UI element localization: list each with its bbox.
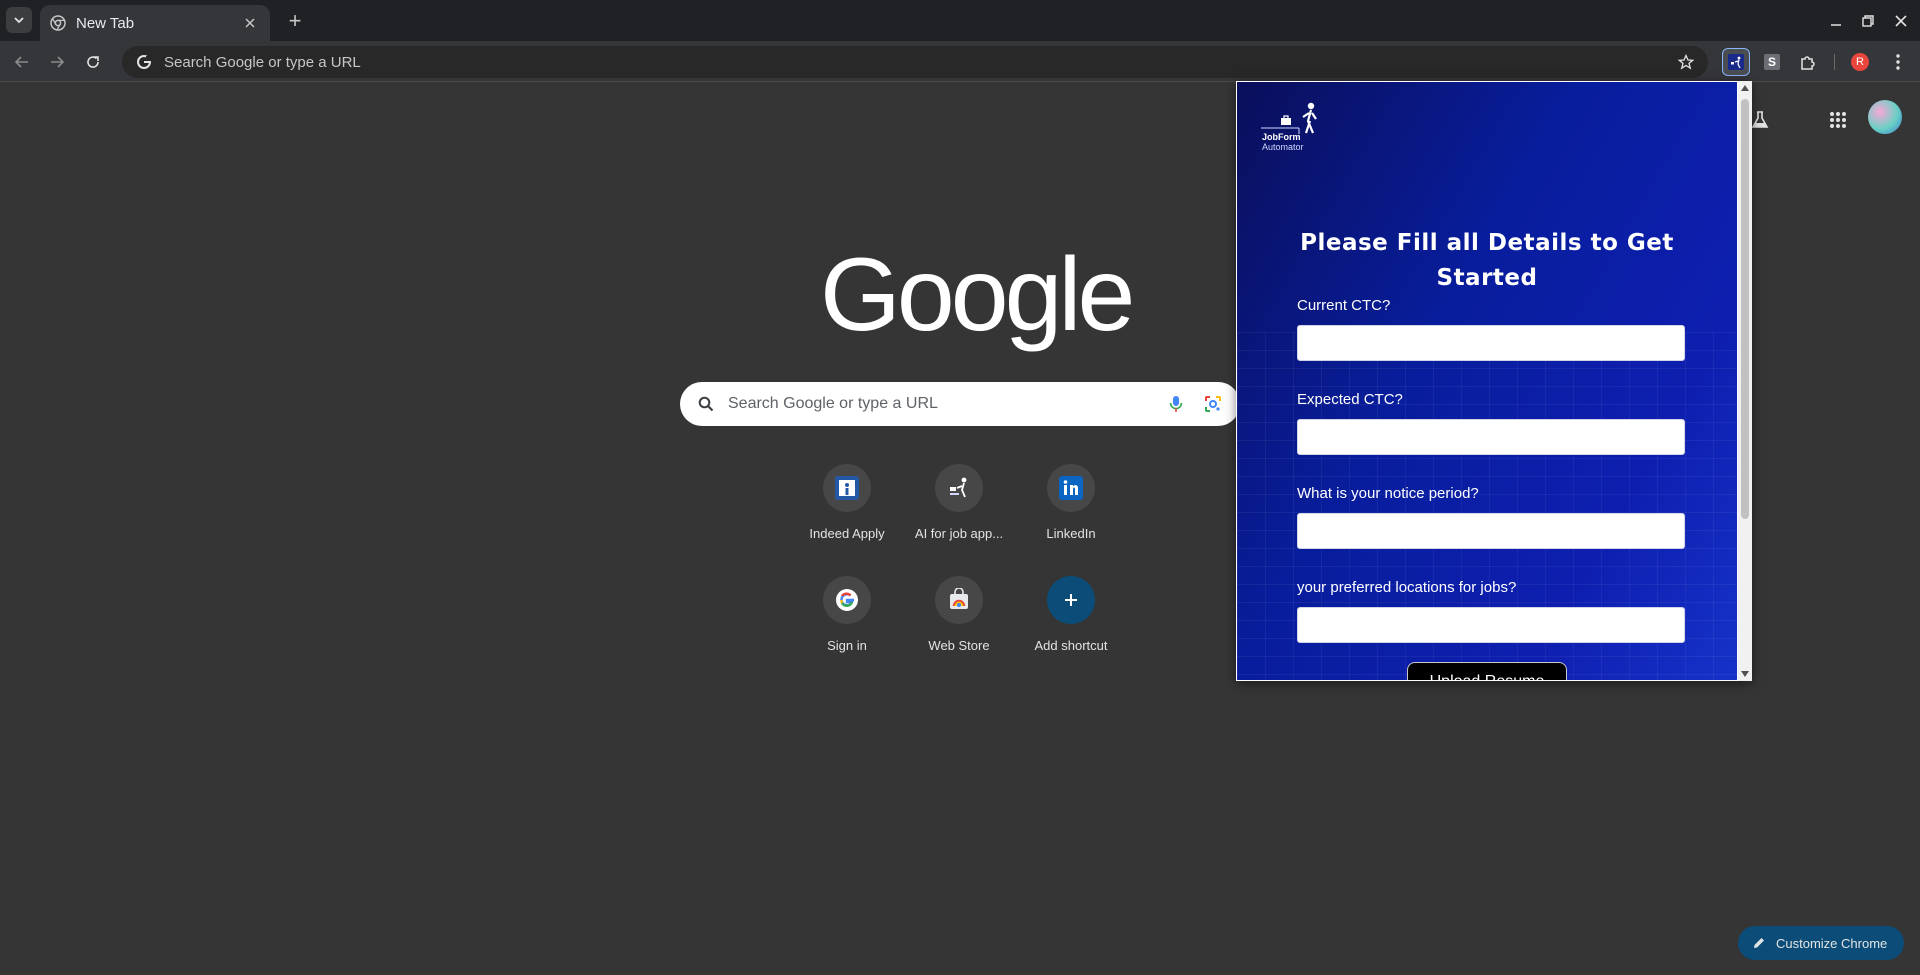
- current-ctc-label: Current CTC?: [1297, 297, 1391, 314]
- expected-ctc-input[interactable]: [1297, 419, 1685, 455]
- search-icon: [698, 396, 714, 412]
- shortcut-sign-in[interactable]: Sign in: [791, 568, 903, 668]
- minimize-button[interactable]: [1822, 8, 1850, 34]
- puzzle-icon: [1801, 56, 1815, 70]
- close-window-button[interactable]: [1887, 8, 1915, 34]
- popup-scrollbar[interactable]: [1738, 81, 1752, 681]
- back-arrow-icon: [14, 56, 28, 68]
- plus-icon: [1065, 594, 1077, 606]
- web-store-icon: [950, 588, 968, 609]
- shortcut-label: AI for job app...: [914, 526, 1004, 541]
- forward-arrow-icon: [51, 56, 65, 68]
- notice-period-input[interactable]: [1297, 513, 1685, 549]
- minimize-icon: [1831, 24, 1841, 26]
- linkedin-icon: [1059, 476, 1083, 500]
- close-icon: [1895, 15, 1907, 27]
- google-logo: Google: [820, 237, 1135, 353]
- chevron-down-icon: [14, 17, 24, 24]
- tab-new-tab[interactable]: New Tab: [40, 5, 270, 41]
- jobform-automator-icon: [950, 477, 967, 498]
- preferred-locations-input[interactable]: [1297, 607, 1685, 643]
- back-button[interactable]: [7, 47, 37, 77]
- shortcut-label: Add shortcut: [1034, 638, 1108, 653]
- shortcut-label: Indeed Apply: [809, 526, 885, 541]
- logo-line1: JobForm: [1262, 132, 1301, 142]
- notice-period-label: What is your notice period?: [1297, 485, 1479, 502]
- customize-chrome-label: Customize Chrome: [1776, 935, 1888, 951]
- close-tab-button[interactable]: [240, 13, 260, 33]
- preferred-locations-label: your preferred locations for jobs?: [1297, 579, 1517, 596]
- extensions-button[interactable]: [1794, 48, 1822, 76]
- chrome-icon: [50, 15, 66, 31]
- new-tab-button[interactable]: +: [282, 8, 308, 34]
- logo-line2: Automator: [1262, 142, 1304, 152]
- restore-icon: [1862, 15, 1874, 27]
- s-extension-icon: S: [1764, 54, 1780, 70]
- expected-ctc-label: Expected CTC?: [1297, 391, 1403, 408]
- jobform-extension-popup: JobForm Automator Please Fill all Detail…: [1236, 81, 1752, 681]
- reload-button[interactable]: [78, 47, 108, 77]
- shortcut-web-store[interactable]: Web Store: [903, 568, 1015, 668]
- more-vert-icon: [1896, 54, 1900, 70]
- popup-title: Please Fill all Details to Get Started: [1300, 230, 1674, 291]
- upload-resume-button[interactable]: Upload Resume: [1407, 662, 1567, 680]
- bookmark-star-icon[interactable]: [1678, 54, 1694, 70]
- google-lens-icon[interactable]: [1204, 395, 1222, 413]
- address-bar-text: Search Google or type a URL: [164, 53, 361, 71]
- flask-icon: [1751, 111, 1769, 128]
- address-bar[interactable]: Search Google or type a URL: [122, 46, 1708, 78]
- ntp-search-placeholder: Search Google or type a URL: [728, 395, 938, 412]
- popup-content: JobForm Automator Please Fill all Detail…: [1237, 82, 1737, 680]
- forward-button[interactable]: [42, 47, 72, 77]
- reload-icon: [87, 56, 99, 68]
- chrome-menu-button[interactable]: [1884, 48, 1912, 76]
- shortcut-label: LinkedIn: [1046, 526, 1096, 541]
- avatar[interactable]: [1868, 100, 1902, 134]
- microphone-icon[interactable]: [1168, 395, 1184, 413]
- shortcut-label: Web Store: [928, 638, 990, 653]
- ntp-search-box[interactable]: Search Google or type a URL: [680, 382, 1240, 426]
- current-ctc-input[interactable]: [1297, 325, 1685, 361]
- google-apps-button[interactable]: [1822, 104, 1854, 136]
- indeed-icon: [835, 476, 859, 500]
- apps-grid-icon: [1830, 112, 1846, 128]
- jobform-extension-button[interactable]: [1722, 48, 1750, 76]
- shortcut-ai-for-job-app[interactable]: AI for job app...: [903, 456, 1015, 556]
- avatar: R: [1851, 53, 1869, 71]
- shortcut-label: Sign in: [827, 638, 867, 653]
- jobform-automator-icon: [1261, 102, 1317, 134]
- scroll-down-arrow-icon[interactable]: [1741, 671, 1749, 677]
- google-g-icon: [836, 589, 858, 611]
- scroll-up-arrow-icon[interactable]: [1741, 85, 1749, 91]
- customize-chrome-button[interactable]: Customize Chrome: [1738, 926, 1904, 960]
- profile-button[interactable]: R: [1846, 48, 1874, 76]
- tab-search-button[interactable]: [6, 7, 32, 33]
- google-g-icon: [137, 55, 152, 69]
- s-extension-button[interactable]: S: [1758, 48, 1786, 76]
- shortcut-linkedin[interactable]: LinkedIn: [1015, 456, 1127, 556]
- jobform-logo: JobForm Automator: [1259, 100, 1329, 158]
- restore-button[interactable]: [1854, 8, 1882, 34]
- close-icon: [245, 18, 255, 28]
- tab-title: New Tab: [76, 14, 135, 32]
- pencil-icon: [1754, 938, 1764, 948]
- shortcut-add[interactable]: Add shortcut: [1015, 568, 1127, 668]
- shortcut-indeed-apply[interactable]: Indeed Apply: [791, 456, 903, 556]
- jobform-automator-icon: [1728, 54, 1744, 70]
- toolbar-divider: [1834, 54, 1835, 70]
- scrollbar-thumb[interactable]: [1741, 99, 1749, 519]
